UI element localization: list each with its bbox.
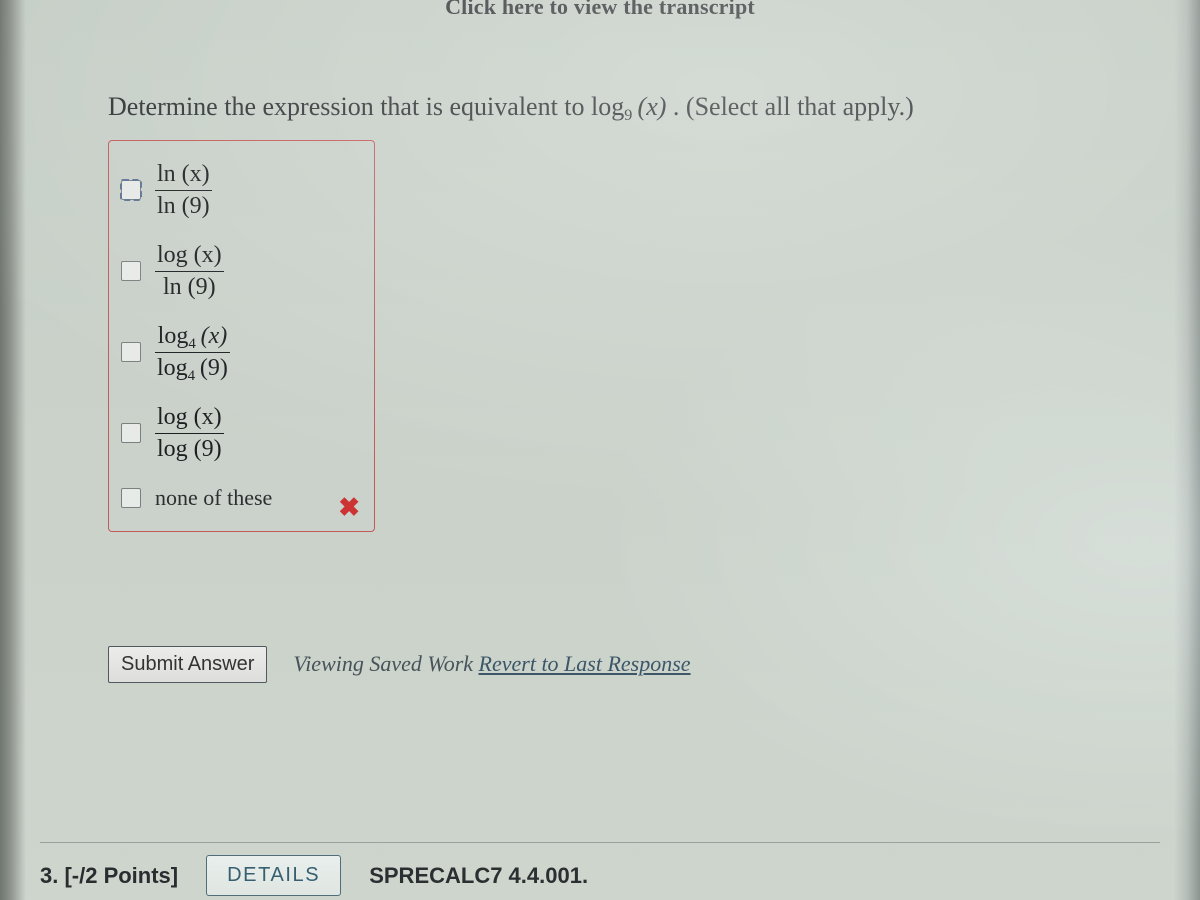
option-4[interactable]: log (x) log (9)	[121, 404, 364, 463]
answer-options-box: ln (x) ln (9) log (x) ln (9) log4 (x) lo…	[108, 140, 375, 532]
next-question-header: 3. [-/2 Points] DETAILS SPRECALC7 4.4.00…	[40, 842, 1160, 896]
option-2-checkbox[interactable]	[121, 261, 141, 281]
option-3[interactable]: log4 (x) log4 (9)	[121, 323, 364, 382]
question-suffix: . (Select all that apply.)	[673, 92, 914, 121]
question-prompt: Determine the expression that is equival…	[108, 88, 1090, 126]
option-3-checkbox[interactable]	[121, 342, 141, 362]
option-5-label: none of these	[155, 485, 272, 511]
option-4-checkbox[interactable]	[121, 423, 141, 443]
details-button[interactable]: DETAILS	[206, 855, 341, 896]
option-1-expression: ln (x) ln (9)	[155, 161, 212, 220]
next-question-reference: SPRECALC7 4.4.001.	[369, 863, 588, 889]
question-expression: log9 (x)	[591, 92, 673, 121]
option-1[interactable]: ln (x) ln (9)	[121, 161, 364, 220]
option-3-expression: log4 (x) log4 (9)	[155, 323, 230, 382]
option-4-expression: log (x) log (9)	[155, 404, 224, 463]
incorrect-icon: ✖	[338, 492, 360, 523]
submit-answer-button[interactable]: Submit Answer	[108, 646, 267, 683]
next-question-points: 3. [-/2 Points]	[40, 863, 178, 889]
saved-work-status: Viewing Saved Work Revert to Last Respon…	[293, 651, 690, 677]
revert-link[interactable]: Revert to Last Response	[479, 651, 691, 676]
transcript-link-partial[interactable]: Click here to view the transcript	[0, 0, 1200, 20]
option-1-checkbox[interactable]	[121, 180, 141, 200]
option-5-checkbox[interactable]	[121, 488, 141, 508]
option-5[interactable]: none of these	[121, 485, 364, 511]
option-2-expression: log (x) ln (9)	[155, 242, 224, 301]
question-prefix: Determine the expression that is equival…	[108, 92, 591, 121]
option-2[interactable]: log (x) ln (9)	[121, 242, 364, 301]
